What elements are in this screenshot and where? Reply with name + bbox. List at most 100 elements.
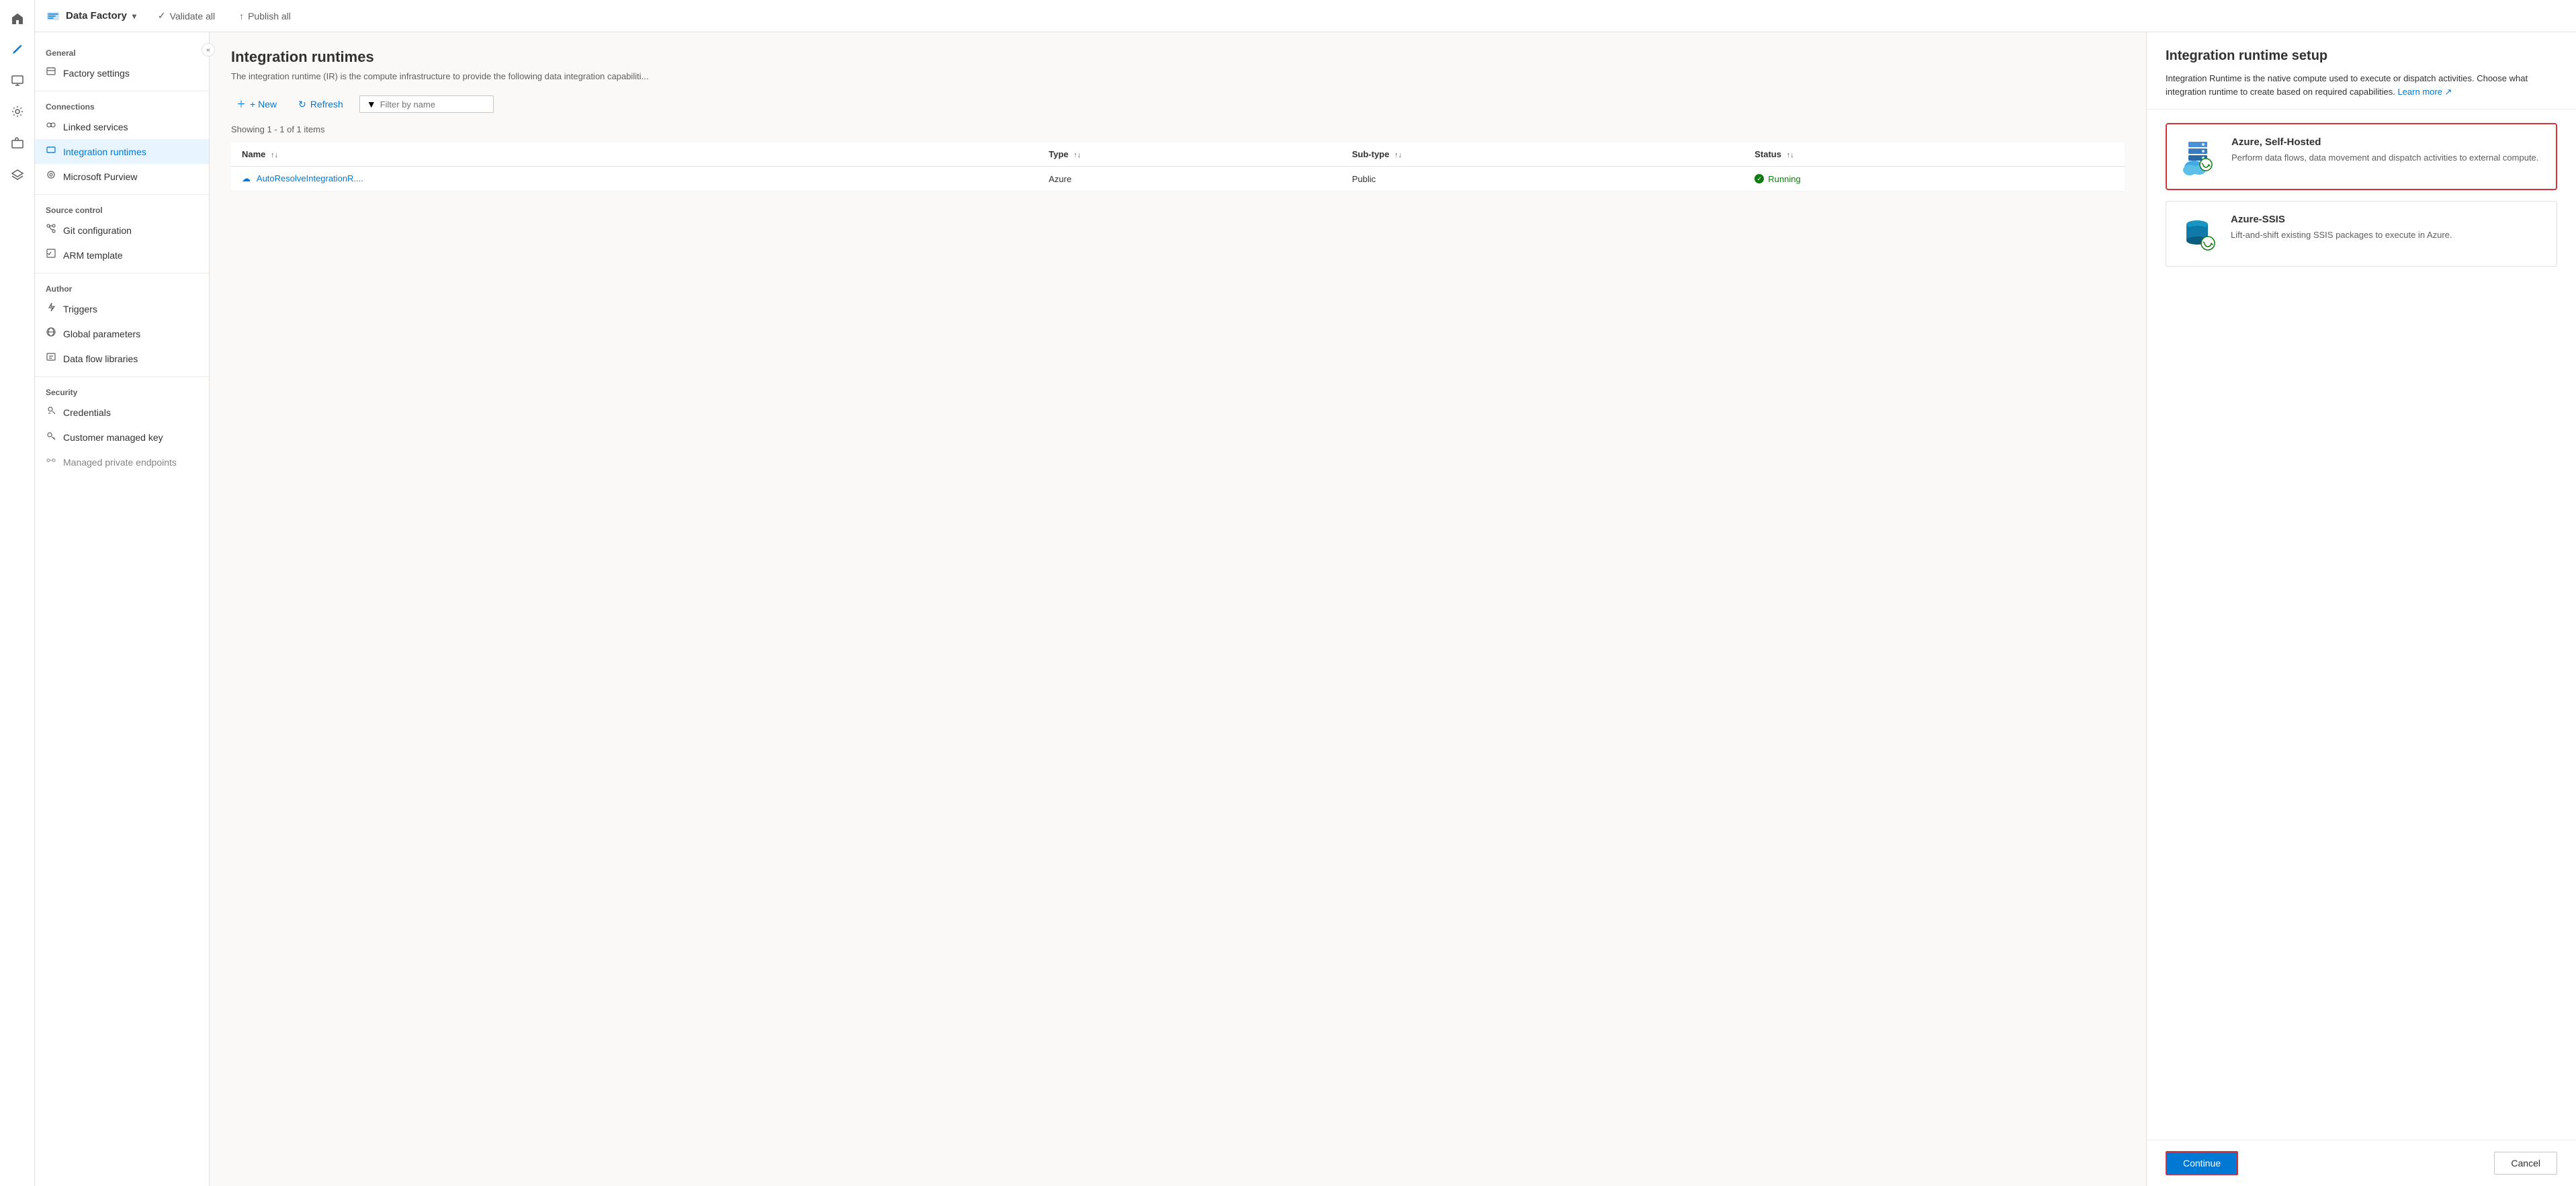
right-panel: Integration runtime setup Integration Ru… <box>2146 32 2576 1186</box>
settings-icon[interactable] <box>4 98 31 125</box>
sidebar-item-linked-services[interactable]: Linked services <box>35 114 209 139</box>
right-panel-body: Azure, Self-Hosted Perform data flows, d… <box>2147 110 2576 1140</box>
sidebar-item-microsoft-purview[interactable]: Microsoft Purview <box>35 164 209 189</box>
right-panel-title: Integration runtime setup <box>2166 48 2557 64</box>
sidebar-item-git-configuration[interactable]: Git configuration <box>35 218 209 243</box>
new-plus-icon: ＋ <box>236 97 246 111</box>
azure-self-hosted-icon <box>2180 136 2221 177</box>
new-button[interactable]: ＋ + New <box>231 95 282 114</box>
home-icon[interactable] <box>4 5 31 32</box>
right-panel-description: Integration Runtime is the native comput… <box>2166 72 2557 98</box>
sidebar-item-managed-private-endpoints[interactable]: Managed private endpoints <box>35 450 209 474</box>
filter-box: ▼ <box>359 95 494 113</box>
azure-self-hosted-title: Azure, Self-Hosted <box>2231 136 2542 148</box>
publish-all-label: Publish all <box>248 11 291 22</box>
top-bar-actions: ✓ Validate all ↑ Publish all <box>152 7 296 24</box>
azure-ssis-desc: Lift-and-shift existing SSIS packages to… <box>2231 229 2543 241</box>
sidebar-item-global-parameters-label: Global parameters <box>63 329 140 339</box>
right-panel-header: Integration runtime setup Integration Ru… <box>2147 32 2576 110</box>
sidebar-item-global-parameters[interactable]: Global parameters <box>35 321 209 346</box>
validate-all-label: Validate all <box>170 11 215 22</box>
sidebar-item-data-flow-libraries-label: Data flow libraries <box>63 353 138 364</box>
sidebar-item-triggers-label: Triggers <box>63 304 97 314</box>
azure-ssis-content: Azure-SSIS Lift-and-shift existing SSIS … <box>2231 214 2543 241</box>
validate-all-button[interactable]: ✓ Validate all <box>152 7 220 24</box>
cell-type: Azure <box>1038 167 1341 192</box>
cancel-button[interactable]: Cancel <box>2494 1152 2557 1175</box>
sidebar-divider-2 <box>35 194 209 195</box>
main-panel: Integration runtimes The integration run… <box>210 32 2146 1186</box>
sidebar-divider-4 <box>35 376 209 377</box>
sidebar-item-data-flow-libraries[interactable]: Data flow libraries <box>35 346 209 371</box>
status-dot-icon: ✓ <box>1755 174 1764 183</box>
continue-button[interactable]: Continue <box>2166 1151 2238 1175</box>
arm-template-icon <box>46 248 56 262</box>
option-card-azure-ssis[interactable]: Azure-SSIS Lift-and-shift existing SSIS … <box>2166 201 2557 267</box>
learn-more-link[interactable]: Learn more ↗ <box>2397 87 2452 97</box>
filter-input[interactable] <box>380 99 486 110</box>
global-parameters-icon <box>46 327 56 341</box>
azure-self-hosted-content: Azure, Self-Hosted Perform data flows, d… <box>2231 136 2542 164</box>
monitor-icon[interactable] <box>4 67 31 94</box>
sidebar-item-customer-managed-key-label: Customer managed key <box>63 432 163 443</box>
sidebar-item-credentials-label: Credentials <box>63 407 111 418</box>
refresh-button-label: Refresh <box>310 99 343 110</box>
refresh-button[interactable]: ↻ Refresh <box>293 96 349 113</box>
table-row: ☁ AutoResolveIntegrationR.... Azure Publ… <box>231 167 2125 192</box>
sidebar-item-microsoft-purview-label: Microsoft Purview <box>63 171 137 182</box>
linked-services-icon <box>46 120 56 134</box>
brand-chevron-icon[interactable]: ▾ <box>132 11 136 21</box>
git-icon <box>46 223 56 237</box>
layers-icon[interactable] <box>4 160 31 187</box>
type-sort-icon: ↑↓ <box>1073 151 1081 159</box>
triggers-icon <box>46 302 56 316</box>
key-icon <box>46 430 56 444</box>
status-text: Running <box>1768 174 1800 184</box>
col-header-name[interactable]: Name ↑↓ <box>231 142 1038 167</box>
data-flow-libraries-icon <box>46 351 56 366</box>
col-header-status[interactable]: Status ↑↓ <box>1744 142 2125 167</box>
azure-self-hosted-desc: Perform data flows, data movement and di… <box>2231 152 2542 164</box>
sidebar-item-credentials[interactable]: Credentials <box>35 400 209 425</box>
azure-ssis-title: Azure-SSIS <box>2231 214 2543 225</box>
subtype-sort-icon: ↑↓ <box>1394 151 1402 159</box>
col-header-type[interactable]: Type ↑↓ <box>1038 142 1341 167</box>
integration-runtimes-icon <box>46 144 56 159</box>
col-header-subtype[interactable]: Sub-type ↑↓ <box>1341 142 1744 167</box>
option-card-azure-self-hosted[interactable]: Azure, Self-Hosted Perform data flows, d… <box>2166 123 2557 190</box>
credentials-icon <box>46 405 56 419</box>
managed-private-endpoints-icon <box>46 455 56 469</box>
runtime-name-link[interactable]: AutoResolveIntegrationR.... <box>257 173 363 183</box>
sidebar-item-integration-runtimes[interactable]: Integration runtimes <box>35 139 209 164</box>
source-control-section-header: Source control <box>35 200 209 218</box>
publish-upload-icon: ↑ <box>239 11 244 22</box>
brand-label: Data Factory <box>66 10 127 22</box>
status-sort-icon: ↑↓ <box>1787 151 1794 159</box>
table-header-row: Name ↑↓ Type ↑↓ Sub-type ↑↓ Status <box>231 142 2125 167</box>
showing-text: Showing 1 - 1 of 1 items <box>231 124 2125 134</box>
sidebar: « General Factory settings Connections L… <box>35 32 210 1186</box>
general-section-header: General <box>35 43 209 60</box>
sidebar-item-arm-template[interactable]: ARM template <box>35 243 209 267</box>
cell-status: ✓ Running <box>1744 167 2125 192</box>
azure-ssis-icon <box>2180 214 2220 254</box>
sidebar-item-factory-settings[interactable]: Factory settings <box>35 60 209 85</box>
sidebar-item-customer-managed-key[interactable]: Customer managed key <box>35 425 209 450</box>
factory-settings-icon <box>46 66 56 80</box>
cell-name: ☁ AutoResolveIntegrationR.... <box>231 167 1038 192</box>
data-factory-logo-icon <box>46 9 60 24</box>
connections-section-header: Connections <box>35 97 209 114</box>
right-panel-desc-text: Integration Runtime is the native comput… <box>2166 73 2528 97</box>
name-sort-icon: ↑↓ <box>271 151 278 159</box>
briefcase-icon[interactable] <box>4 129 31 156</box>
pencil-icon[interactable] <box>4 36 31 63</box>
sidebar-item-managed-private-endpoints-label: Managed private endpoints <box>63 457 177 468</box>
panel-toolbar: ＋ + New ↻ Refresh ▼ <box>231 95 2125 114</box>
validate-check-icon: ✓ <box>158 10 166 22</box>
top-bar: Data Factory ▾ ✓ Validate all ↑ Publish … <box>35 0 2576 32</box>
runtime-icon: ☁ <box>242 173 251 183</box>
sidebar-item-triggers[interactable]: Triggers <box>35 296 209 321</box>
integration-runtimes-table: Name ↑↓ Type ↑↓ Sub-type ↑↓ Status <box>231 142 2125 192</box>
publish-all-button[interactable]: ↑ Publish all <box>234 8 296 24</box>
page-subtitle: The integration runtime (IR) is the comp… <box>231 71 701 81</box>
